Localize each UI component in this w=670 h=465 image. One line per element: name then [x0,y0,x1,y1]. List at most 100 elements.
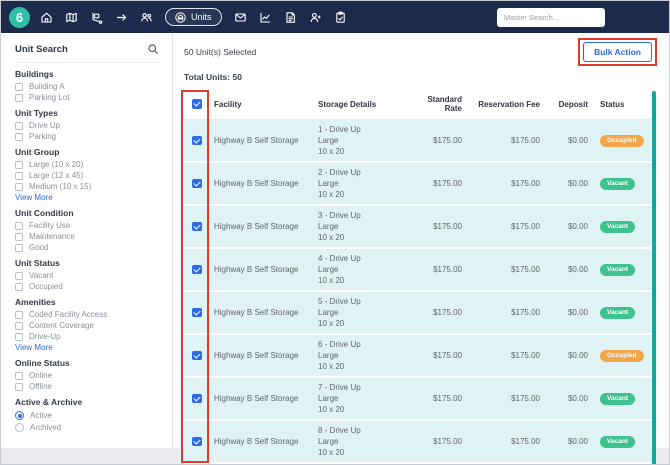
bulk-action-button[interactable]: Bulk Action [583,42,652,62]
deposit-cell: $0.00 [548,291,596,335]
search-icon[interactable] [147,43,159,55]
table-row[interactable]: Highway B Self Storage 8 - Drive Up Large… [184,420,651,464]
filter-section-unit-condition: Unit Condition Facility Use Maintenance … [15,209,159,252]
filter-option-large-12-x-45[interactable]: Large (12 x 45) [15,172,159,180]
checkbox-unchecked[interactable] [15,83,23,91]
filter-section-amenities: Amenities Coded Facility Access Content … [15,298,159,352]
filter-option-online[interactable]: Online [15,372,159,380]
row-checkbox[interactable] [192,264,202,275]
row-checkbox[interactable] [192,221,202,232]
row-checkbox[interactable] [192,436,202,447]
standard-rate-cell: $175.00 [406,248,470,292]
filter-option-content-coverage[interactable]: Content Coverage [15,322,159,330]
deposit-cell: $0.00 [548,377,596,421]
filter-option-archived[interactable]: Archived [15,423,159,432]
filter-option-parking[interactable]: Parking [15,133,159,141]
standard-rate-cell: $175.00 [406,119,470,163]
table-row[interactable]: Highway B Self Storage 4 - Drive Up Large… [184,248,651,292]
storage-details-cell: 7 - Drive Up Large 10 x 20 [318,383,361,414]
facility-cell: Highway B Self Storage [210,119,314,163]
filter-option-drive-up[interactable]: Drive-Up [15,333,159,341]
filter-option-label: Archived [30,422,62,432]
checkbox-unchecked[interactable] [15,172,23,180]
row-checkbox[interactable] [192,307,202,318]
facility-cell: Highway B Self Storage [210,205,314,249]
nav-icon-bar: Units [40,8,497,26]
filter-option-large-10-x-20[interactable]: Large (10 x 20) [15,161,159,169]
filter-option-drive-up[interactable]: Drive Up [15,122,159,130]
master-search-input[interactable] [497,7,605,27]
radio-selected[interactable] [15,411,24,420]
row-checkbox[interactable] [192,135,202,146]
checkbox-unchecked[interactable] [15,311,23,319]
checkbox-unchecked[interactable] [15,333,23,341]
filter-title-unit-group: Unit Group [15,147,60,157]
checkbox-unchecked[interactable] [15,322,23,330]
team-icon[interactable] [140,11,153,24]
storage-details-cell: 1 - Drive Up Large 10 x 20 [318,125,361,156]
checkbox-unchecked[interactable] [15,94,23,102]
status-badge: Occupied [600,349,644,362]
status-badge: Vacant [600,177,635,190]
reports-icon[interactable] [259,11,272,24]
checkbox-unchecked[interactable] [15,133,23,141]
checkbox-unchecked[interactable] [15,161,23,169]
table-scrollbar[interactable] [652,91,656,464]
contacts-icon[interactable] [309,11,322,24]
filter-section-unit-group: Unit Group Large (10 x 20) Large (12 x 4… [15,148,159,202]
table-row[interactable]: Highway B Self Storage 5 - Drive Up Large… [184,291,651,335]
radio-unselected[interactable] [15,423,24,432]
unit-search-header: Unit Search [15,43,159,63]
view-more-link[interactable]: View More [15,344,159,352]
checkbox-unchecked[interactable] [15,372,23,380]
move-icon[interactable] [90,11,103,24]
checkbox-unchecked[interactable] [15,244,23,252]
filter-option-facility-use[interactable]: Facility Use [15,222,159,230]
checkbox-unchecked[interactable] [15,383,23,391]
filter-title-buildings: Buildings [15,69,54,79]
status-badge: Vacant [600,435,635,448]
view-more-link[interactable]: View More [15,194,159,202]
checkbox-unchecked[interactable] [15,283,23,291]
deposit-cell: $0.00 [548,248,596,292]
documents-icon[interactable] [284,11,297,24]
row-checkbox[interactable] [192,350,202,361]
status-badge: Vacant [600,392,635,405]
checkbox-unchecked[interactable] [15,183,23,191]
app-logo[interactable]: 6 [9,6,30,28]
checkbox-unchecked[interactable] [15,233,23,241]
table-row[interactable]: Highway B Self Storage 2 - Drive Up Large… [184,162,651,206]
filter-section-unit-status: Unit Status Vacant Occupied [15,259,159,291]
tasks-icon[interactable] [334,11,347,24]
checkbox-unchecked[interactable] [15,222,23,230]
nav-item-units[interactable]: Units [165,8,222,26]
status-badge: Vacant [600,306,635,319]
filter-option-active[interactable]: Active [15,411,159,420]
filter-option-label: Maintenance [29,232,75,241]
mail-icon[interactable] [234,11,247,24]
select-all-checkbox[interactable] [192,99,202,109]
row-checkbox[interactable] [192,393,202,404]
table-row[interactable]: Highway B Self Storage 3 - Drive Up Large… [184,205,651,249]
arrow-right-icon[interactable] [115,11,128,24]
filter-option-medium-10-x-15[interactable]: Medium (10 x 15) [15,183,159,191]
filter-option-offline[interactable]: Offline [15,383,159,391]
filter-option-vacant[interactable]: Vacant [15,272,159,280]
storage-details-cell: 6 - Drive Up Large 10 x 20 [318,340,361,371]
table-row[interactable]: Highway B Self Storage 6 - Drive Up Large… [184,334,651,378]
deposit-cell: $0.00 [548,420,596,464]
filter-option-maintenance[interactable]: Maintenance [15,233,159,241]
table-row[interactable]: Highway B Self Storage 1 - Drive Up Large… [184,119,651,163]
filter-option-coded-facility-access[interactable]: Coded Facility Access [15,311,159,319]
filter-option-good[interactable]: Good [15,244,159,252]
table-row[interactable]: Highway B Self Storage 7 - Drive Up Large… [184,377,651,421]
filter-option-label: Good [29,243,49,252]
home-icon[interactable] [40,11,53,24]
filter-option-parking-lot[interactable]: Parking Lot [15,94,159,102]
filter-option-building-a[interactable]: Building A [15,83,159,91]
row-checkbox[interactable] [192,178,202,189]
checkbox-unchecked[interactable] [15,272,23,280]
checkbox-unchecked[interactable] [15,122,23,130]
filter-option-occupied[interactable]: Occupied [15,283,159,291]
map-icon[interactable] [65,11,78,24]
